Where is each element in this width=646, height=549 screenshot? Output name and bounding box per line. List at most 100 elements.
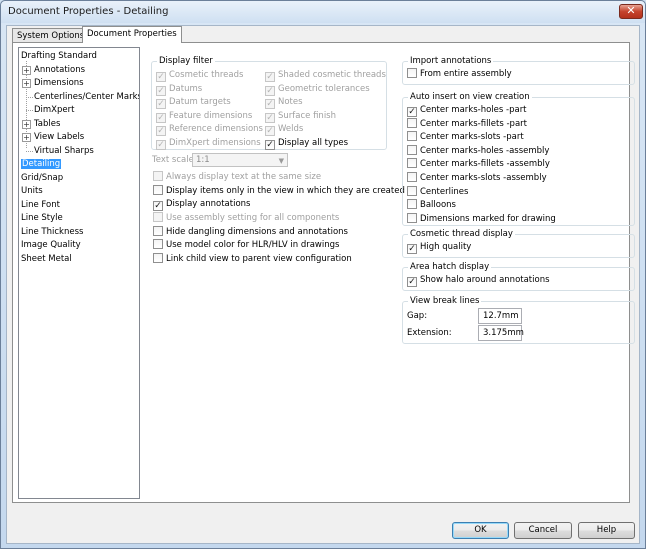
checkbox-box[interactable]: ✓ — [265, 126, 275, 136]
checkbox-box[interactable] — [153, 253, 163, 263]
gap-label: Gap: — [407, 311, 428, 321]
checkbox-box[interactable] — [407, 68, 417, 78]
checkbox-box[interactable]: ✓ — [153, 201, 163, 211]
checkbox-box[interactable]: ✓ — [265, 112, 275, 123]
filter-notes[interactable]: ✓ Notes — [265, 96, 303, 109]
filter-reference-dimensions[interactable]: ✓ Reference dimensions — [156, 123, 263, 136]
auto-insert-center-marks-fillets-part[interactable]: Center marks-fillets -part — [407, 117, 527, 131]
checkbox-box[interactable]: ✓ — [407, 107, 417, 117]
checkbox-box[interactable] — [153, 212, 163, 222]
auto-insert-centerlines[interactable]: Centerlines — [407, 185, 468, 199]
filter-datum-targets[interactable]: ✓ Datum targets — [156, 96, 231, 109]
option-display-annotations[interactable]: ✓ Display annotations — [153, 198, 250, 211]
expand-icon[interactable]: + — [22, 119, 31, 129]
auto-insert-group: Auto insert on view creation ✓ Center mar… — [402, 92, 635, 226]
checkbox-box[interactable] — [407, 158, 417, 169]
checkbox-box[interactable] — [407, 199, 417, 210]
auto-insert-dimensions-marked-for-drawing[interactable]: Dimensions marked for drawing — [407, 212, 556, 226]
checkbox-box[interactable] — [153, 185, 163, 195]
options-tree[interactable]: Drafting Standard + Annotations + Dimensions… — [18, 47, 140, 499]
filter-geometric-tolerances[interactable]: ✓ Geometric tolerances — [265, 83, 370, 96]
checkbox-box[interactable] — [407, 117, 417, 128]
checkbox-box[interactable] — [407, 212, 417, 223]
filter-datums[interactable]: ✓ Datums — [156, 83, 202, 96]
checkbox-box[interactable]: ✓ — [265, 85, 275, 96]
title-bar[interactable]: Document Properties - Detailing ✕ — [1, 1, 645, 23]
checkbox-box[interactable] — [407, 185, 417, 196]
checkbox-label: Center marks-fillets -part — [420, 118, 527, 129]
hatch-show-halo-around-annotations[interactable]: ✓ Show halo around annotations — [407, 274, 550, 287]
checkbox-box[interactable] — [153, 226, 163, 236]
tree-item-centerlines-center-marks[interactable]: Centerlines/Center Marks — [26, 91, 139, 104]
tree-item-units[interactable]: Units — [21, 185, 43, 198]
tree-item-annotations[interactable]: + Annotations — [22, 64, 85, 77]
check-icon: ✓ — [266, 139, 274, 150]
tree-item-line-style[interactable]: Line Style — [21, 212, 63, 225]
auto-insert-center-marks-slots-assembly[interactable]: Center marks-slots -assembly — [407, 172, 547, 185]
tree-item-view-labels[interactable]: + View Labels — [22, 131, 84, 144]
option-hide-dangling-dimensions-and-annotations[interactable]: Hide dangling dimensions and annotations — [153, 226, 348, 239]
tree-item-virtual-sharps[interactable]: Virtual Sharps — [26, 145, 94, 158]
checkbox-label: Welds — [278, 124, 304, 134]
tree-item-grid-snap[interactable]: Grid/Snap — [21, 172, 63, 185]
checkbox-box[interactable]: ✓ — [156, 85, 166, 96]
tree-item-dimensions[interactable]: + Dimensions — [22, 77, 84, 90]
checkbox-box[interactable]: ✓ — [265, 99, 275, 109]
checkbox-box[interactable] — [153, 239, 163, 249]
option-link-child-view-to-parent-view-configuration[interactable]: Link child view to parent view configura… — [153, 253, 352, 266]
gap-input[interactable]: 12.7mm — [478, 308, 522, 324]
filter-surface-finish[interactable]: ✓ Surface finish — [265, 110, 336, 123]
checkbox-box[interactable]: ✓ — [156, 112, 166, 123]
checkbox-box[interactable]: ✓ — [156, 99, 166, 109]
checkbox-box[interactable]: ✓ — [407, 244, 417, 254]
help-button[interactable]: Help — [578, 522, 635, 539]
filter-welds[interactable]: ✓ Welds — [265, 123, 303, 136]
tree-item-sheet-metal[interactable]: Sheet Metal — [21, 253, 72, 266]
checkbox-box[interactable]: ✓ — [156, 139, 166, 150]
auto-insert-center-marks-slots-part[interactable]: Center marks-slots -part — [407, 131, 524, 144]
tree-item-drafting-standard[interactable]: Drafting Standard — [21, 50, 97, 63]
filter-dimxpert-dimensions[interactable]: ✓ DimXpert dimensions — [156, 137, 261, 150]
auto-insert-center-marks-holes-assembly[interactable]: Center marks-holes -assembly — [407, 144, 549, 158]
expand-icon[interactable]: + — [22, 133, 31, 142]
option-use-model-color-for-hlr-hlv-in-drawings[interactable]: Use model color for HLR/HLV in drawings — [153, 239, 339, 252]
auto-insert-center-marks-holes-part[interactable]: ✓ Center marks-holes -part — [407, 104, 527, 117]
expand-icon[interactable]: + — [22, 79, 31, 88]
checkbox-box[interactable]: ✓ — [156, 72, 166, 82]
filter-cosmetic-threads[interactable]: ✓ Cosmetic threads — [156, 69, 243, 82]
filter-feature-dimensions[interactable]: ✓ Feature dimensions — [156, 110, 252, 123]
auto-insert-center-marks-fillets-assembly[interactable]: Center marks-fillets -assembly — [407, 158, 550, 171]
checkbox-box[interactable]: ✓ — [156, 126, 166, 136]
tab-document-properties[interactable]: Document Properties — [82, 26, 182, 43]
expand-icon[interactable]: + — [22, 65, 31, 75]
extension-input[interactable]: 3.175mm — [478, 325, 524, 341]
checkbox-box[interactable] — [407, 172, 417, 182]
check-icon: ✓ — [408, 107, 416, 117]
import-from-entire-assembly[interactable]: From entire assembly — [407, 68, 512, 81]
filter-shaded-cosmetic-threads[interactable]: ✓ Shaded cosmetic threads — [265, 69, 386, 82]
checkbox-box[interactable] — [407, 144, 417, 155]
option-always-display-text-at-the-same-size[interactable]: Always display text at the same size — [153, 171, 321, 184]
tree-item-image-quality[interactable]: Image Quality — [21, 239, 81, 252]
checkbox-label: Cosmetic threads — [169, 70, 244, 80]
tree-item-line-thickness[interactable]: Line Thickness — [21, 226, 83, 239]
checkbox-box[interactable]: ✓ — [265, 139, 275, 150]
checkbox-box[interactable] — [407, 131, 417, 142]
filter-display-all-types[interactable]: ✓ Display all types — [265, 137, 348, 150]
ok-button[interactable]: OK — [452, 522, 509, 539]
text-scale-combo[interactable]: 1:1 ▼ — [192, 153, 288, 167]
checkbox-box[interactable] — [153, 171, 163, 181]
checkbox-box[interactable]: ✓ — [265, 72, 275, 82]
tree-branch-line — [26, 96, 33, 98]
checkbox-box[interactable]: ✓ — [407, 277, 417, 287]
cosmetic-high-quality[interactable]: ✓ High quality — [407, 241, 471, 254]
tree-item-dimxpert[interactable]: DimXpert — [26, 104, 74, 117]
cancel-button[interactable]: Cancel — [514, 522, 572, 539]
tree-item-detailing[interactable]: Detailing — [21, 158, 62, 171]
option-use-assembly-setting-for-all-components[interactable]: Use assembly setting for all components — [153, 212, 339, 225]
close-button[interactable]: ✕ — [619, 4, 643, 19]
option-display-items-only-in-the-view-in-which-they-are-created[interactable]: Display items only in the view in which … — [153, 185, 405, 198]
tree-item-line-font[interactable]: Line Font — [21, 199, 60, 212]
tree-item-tables[interactable]: + Tables — [22, 118, 60, 131]
auto-insert-balloons[interactable]: Balloons — [407, 199, 456, 212]
